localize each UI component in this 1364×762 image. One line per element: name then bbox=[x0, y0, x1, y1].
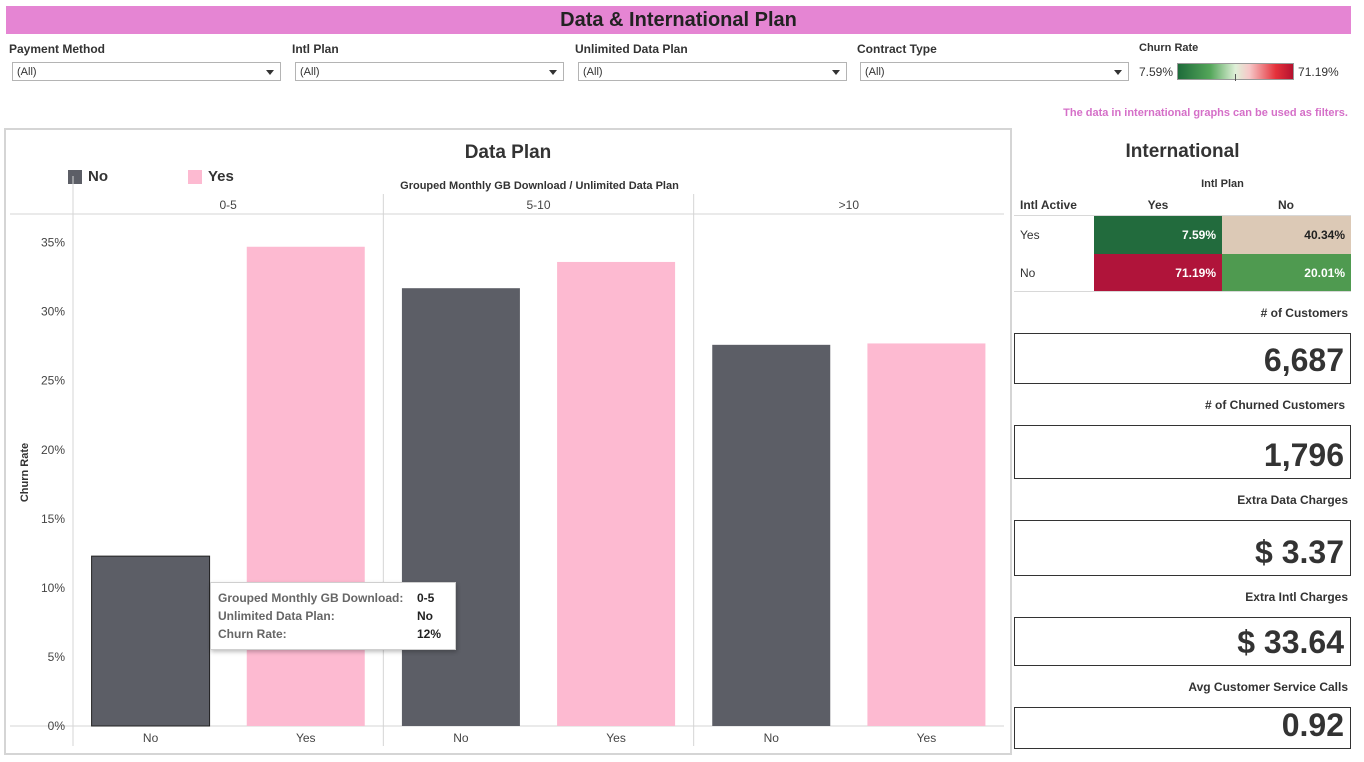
x-tick-label: Yes bbox=[606, 731, 626, 745]
group-header-label: 0-5 bbox=[219, 198, 237, 212]
bar-chart-svg: 0% 5% 10% 15% 20% 25% 30% 35% Churn Rate 0-5 No Yes… bbox=[10, 176, 1004, 746]
group-header-label: 5-10 bbox=[526, 198, 550, 212]
tooltip-value: 12% bbox=[417, 627, 442, 641]
filter-label: Intl Plan bbox=[292, 42, 339, 56]
filter-label: Payment Method bbox=[9, 42, 106, 56]
kpi-label-extra-intl-charges: Extra Intl Charges bbox=[1245, 590, 1348, 604]
bar-tooltip: Grouped Monthly GB Download: 0-5 Unlimite… bbox=[210, 582, 456, 650]
chevron-down-icon bbox=[549, 70, 557, 75]
dropdown-value: (All) bbox=[300, 66, 320, 78]
dashboard-title-bar: Data & International Plan bbox=[6, 6, 1351, 34]
intl-cell-active-no-plan-yes[interactable]: 71.19% bbox=[1094, 254, 1222, 292]
kpi-extra-data-charges-value: $ 3.37 bbox=[1014, 520, 1351, 576]
intl-cell-active-yes-plan-yes[interactable]: 7.59% bbox=[1094, 216, 1222, 254]
filter-payment-method: Payment Method (All) bbox=[9, 42, 281, 81]
filter-label: Unlimited Data Plan bbox=[575, 42, 688, 56]
intl-plan-col-yes: Yes bbox=[1147, 198, 1169, 212]
y-tick-label: 30% bbox=[41, 305, 65, 319]
x-tick-label: Yes bbox=[917, 731, 937, 745]
kpi-churned-customers-value: 1,796 bbox=[1014, 425, 1351, 479]
filter-label: Contract Type bbox=[857, 42, 937, 56]
x-tick-label: No bbox=[143, 731, 159, 745]
kpi-extra-intl-charges-value: $ 33.64 bbox=[1014, 617, 1351, 666]
x-tick-label: Yes bbox=[296, 731, 316, 745]
churn-rate-color-legend: Churn Rate 7.59% 71.19% bbox=[1139, 42, 1351, 81]
kpi-label-extra-data-charges: Extra Data Charges bbox=[1237, 493, 1348, 507]
filter-unlimited-data-plan: Unlimited Data Plan (All) bbox=[575, 42, 847, 81]
tooltip-value: No bbox=[417, 609, 433, 623]
group-header-label: >10 bbox=[839, 198, 860, 212]
bar->10-yes[interactable] bbox=[867, 343, 986, 726]
kpi-label-customers: # of Customers bbox=[1260, 306, 1348, 320]
y-tick-label: 25% bbox=[41, 374, 65, 388]
intl-cell-active-yes-plan-no[interactable]: 40.34% bbox=[1222, 216, 1351, 254]
intl-active-row-no: No bbox=[1020, 266, 1036, 280]
chevron-down-icon bbox=[1114, 70, 1122, 75]
y-axis-label: Churn Rate bbox=[19, 443, 31, 502]
churn-rate-gradient bbox=[1177, 63, 1295, 81]
y-tick-label: 10% bbox=[41, 581, 65, 595]
scale-min-label: 7.59% bbox=[1139, 64, 1174, 79]
kpi-label-churned-customers: # of Churned Customers bbox=[1204, 398, 1345, 412]
intl-plan-col-no: No bbox=[1278, 198, 1294, 212]
bar-0-5-no[interactable] bbox=[91, 555, 211, 727]
y-tick-label: 5% bbox=[48, 650, 66, 664]
kpi-customers-value: 6,687 bbox=[1014, 333, 1351, 384]
tooltip-key: Grouped Monthly GB Download: bbox=[218, 591, 404, 605]
dashboard-title: Data & International Plan bbox=[560, 8, 797, 31]
filter-contract-type: Contract Type (All) bbox=[857, 42, 1129, 81]
bar->10-no[interactable] bbox=[712, 344, 831, 726]
filter-hint-note: The data in international graphs can be … bbox=[1063, 107, 1348, 119]
kpi-label-avg-service-calls: Avg Customer Service Calls bbox=[1188, 680, 1348, 694]
unlimited-data-plan-dropdown[interactable]: (All) bbox=[578, 62, 847, 81]
x-tick-label: No bbox=[764, 731, 780, 745]
chevron-down-icon bbox=[832, 70, 840, 75]
y-tick-label: 20% bbox=[41, 443, 65, 457]
intl-active-header: Intl Active bbox=[1020, 198, 1077, 212]
churn-rate-legend-label: Churn Rate bbox=[1139, 42, 1199, 54]
tooltip-key: Churn Rate: bbox=[218, 627, 287, 641]
international-title: International bbox=[1125, 141, 1240, 162]
chevron-down-icon bbox=[266, 70, 274, 75]
tooltip-key: Unlimited Data Plan: bbox=[218, 609, 335, 623]
x-tick-label: No bbox=[453, 731, 469, 745]
data-plan-chart: 0% 5% 10% 15% 20% 25% 30% 35% Churn Rate 0-5 No Yes… bbox=[4, 128, 1012, 755]
y-tick-label: 15% bbox=[41, 512, 65, 526]
intl-cell-active-no-plan-no[interactable]: 20.01% bbox=[1222, 254, 1351, 292]
scale-max-label: 71.19% bbox=[1298, 64, 1339, 79]
tooltip-value: 0-5 bbox=[417, 591, 435, 605]
bar-5-10-yes[interactable] bbox=[557, 261, 676, 726]
intl-active-row-yes: Yes bbox=[1020, 228, 1040, 242]
dropdown-value: (All) bbox=[865, 66, 885, 78]
payment-method-dropdown[interactable]: (All) bbox=[12, 62, 281, 81]
bar-0-5-yes[interactable] bbox=[246, 246, 365, 726]
filter-intl-plan: Intl Plan (All) bbox=[292, 42, 564, 81]
dropdown-value: (All) bbox=[17, 66, 37, 78]
kpi-avg-service-calls-value: 0.92 bbox=[1014, 707, 1351, 749]
dropdown-value: (All) bbox=[583, 66, 603, 78]
intl-plan-header: Intl Plan bbox=[1201, 178, 1244, 190]
intl-plan-dropdown[interactable]: (All) bbox=[295, 62, 564, 81]
y-tick-label: 35% bbox=[41, 236, 65, 250]
contract-type-dropdown[interactable]: (All) bbox=[860, 62, 1129, 81]
y-tick-label: 0% bbox=[48, 719, 66, 733]
bar-5-10-no[interactable] bbox=[401, 288, 520, 726]
